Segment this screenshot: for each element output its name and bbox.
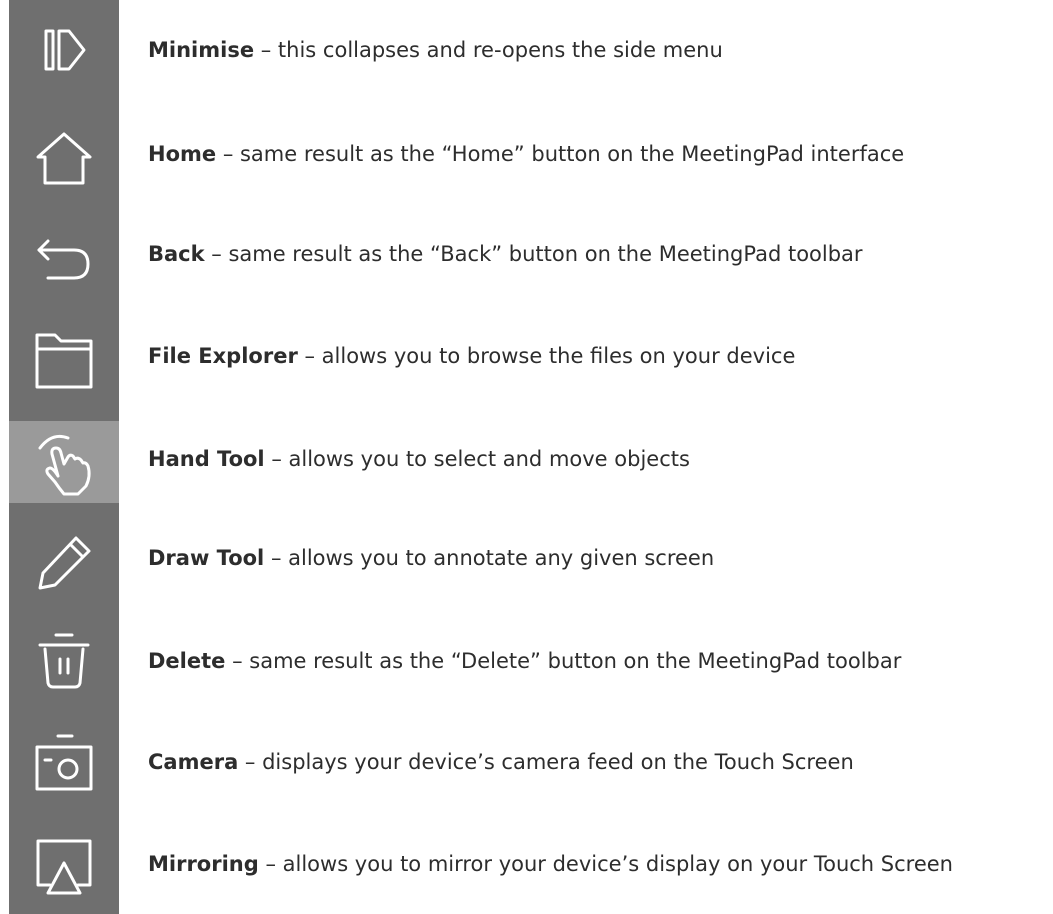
hand-icon [38, 434, 91, 496]
item-name: Delete [148, 649, 226, 673]
minimise-icon [44, 29, 86, 71]
item-text: – allows you to browse the files on your… [297, 344, 796, 368]
draw-tool-description: Draw Tool – allows you to annotate any g… [148, 544, 714, 572]
item-text: – allows you to mirror your device’s dis… [258, 852, 953, 876]
item-name: Minimise [148, 38, 255, 62]
pencil-icon [38, 536, 91, 590]
camera-button[interactable] [9, 723, 119, 805]
mirroring-description: Mirroring – allows you to mirror your de… [148, 850, 953, 878]
file-explorer-description: File Explorer – allows you to browse the… [148, 342, 795, 370]
side-menu [9, 0, 119, 914]
item-text: – same result as the “Back” button on th… [204, 242, 863, 266]
hand-tool-button[interactable] [9, 421, 119, 503]
item-name: Camera [148, 750, 239, 774]
draw-tool-button[interactable] [9, 522, 119, 604]
file-explorer-button[interactable] [9, 318, 119, 400]
item-name: Hand Tool [148, 447, 265, 471]
trash-icon [38, 633, 90, 689]
item-name: Draw Tool [148, 546, 265, 570]
item-name: Mirroring [148, 852, 259, 876]
back-icon [37, 239, 90, 280]
home-icon [36, 132, 92, 185]
back-button[interactable] [9, 216, 119, 298]
mirroring-icon [36, 839, 92, 895]
minimise-button[interactable] [9, 9, 119, 91]
item-text: – same result as the “Home” button on th… [216, 142, 905, 166]
home-description: Home – same result as the “Home” button … [148, 140, 904, 168]
mirroring-button[interactable] [9, 826, 119, 908]
folder-icon [35, 333, 93, 389]
back-description: Back – same result as the “Back” button … [148, 240, 863, 268]
camera-icon [35, 734, 93, 791]
item-text: – allows you to select and move objects [264, 447, 690, 471]
item-text: – allows you to annotate any given scree… [264, 546, 715, 570]
item-name: File Explorer [148, 344, 298, 368]
minimise-description: Minimise – this collapses and re-opens t… [148, 36, 723, 64]
item-name: Home [148, 142, 217, 166]
item-name: Back [148, 242, 205, 266]
home-button[interactable] [9, 116, 119, 198]
delete-description: Delete – same result as the “Delete” but… [148, 647, 901, 675]
item-text: – same result as the “Delete” button on … [225, 649, 902, 673]
camera-description: Camera – displays your device’s camera f… [148, 748, 854, 776]
item-text: – this collapses and re-opens the side m… [254, 38, 723, 62]
hand-tool-description: Hand Tool – allows you to select and mov… [148, 445, 690, 473]
item-text: – displays your device’s camera feed on … [238, 750, 854, 774]
delete-button[interactable] [9, 622, 119, 704]
